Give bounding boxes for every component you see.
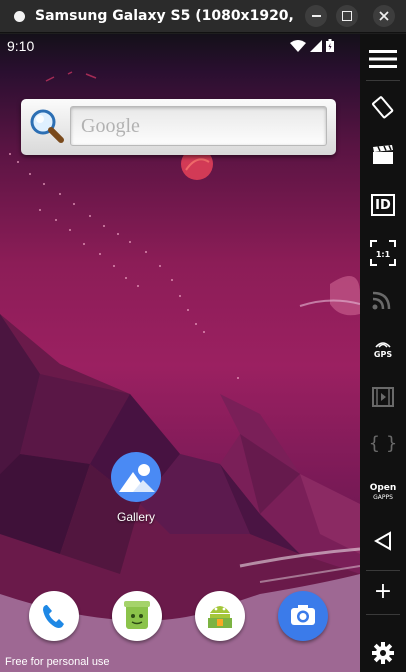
camera-icon[interactable] — [278, 591, 328, 641]
id-icon: ID — [371, 194, 395, 216]
pixel-perfect-button[interactable]: 1:1 — [365, 236, 401, 270]
clapperboard-icon — [373, 145, 393, 164]
back-icon — [374, 531, 391, 551]
code-icon: { } — [368, 432, 398, 454]
window-titlebar: Samsung Galaxy S5 (1080x1920, 48 — [0, 0, 406, 33]
status-bar: 9:10 — [0, 34, 360, 58]
gallery-icon — [111, 452, 161, 502]
cast-button[interactable] — [365, 282, 401, 316]
pixel-perfect-icon: 1:1 — [370, 240, 396, 266]
svg-text:1:1: 1:1 — [376, 250, 391, 259]
settings-icon — [372, 642, 394, 664]
rotate-icon — [372, 96, 394, 119]
opengapps-icon: Open GAPPS — [369, 483, 397, 502]
phone-icon[interactable] — [29, 591, 79, 641]
emulator-toolbar: ID 1:1 GPS { } Open GAPPS + — [360, 34, 406, 672]
google-search-input[interactable]: Google — [70, 106, 327, 146]
wifi-cast-icon — [372, 291, 391, 310]
wifi-icon — [290, 39, 306, 52]
capture-button[interactable] — [365, 138, 401, 172]
opengapps-button[interactable]: Open GAPPS — [365, 476, 401, 510]
device-id-button[interactable]: ID — [365, 188, 401, 222]
battery-icon — [326, 39, 334, 52]
watermark-text: Free for personal use — [5, 656, 110, 668]
app-gallery[interactable]: Gallery — [100, 452, 172, 524]
window-status-dot — [14, 10, 25, 22]
android-screen[interactable]: 9:10 Google Gallery Free for personal us… — [0, 34, 360, 672]
dock — [0, 589, 360, 645]
menu-button[interactable] — [365, 42, 401, 76]
magnifier-icon — [30, 109, 64, 143]
close-button[interactable] — [373, 5, 395, 27]
media-icon — [372, 387, 394, 407]
gallery-label: Gallery — [116, 510, 155, 524]
android-store-icon[interactable] — [195, 591, 245, 641]
add-icon: + — [373, 578, 393, 604]
window-title: Samsung Galaxy S5 (1080x1920, 48 — [35, 8, 293, 24]
add-button[interactable]: + — [365, 574, 401, 608]
media-button[interactable] — [365, 380, 401, 414]
developer-button[interactable]: { } — [365, 426, 401, 460]
minimize-button[interactable] — [305, 5, 327, 27]
back-button[interactable] — [365, 524, 401, 558]
gps-icon: GPS — [374, 339, 392, 359]
signal-icon — [310, 39, 322, 52]
close-icon — [379, 11, 389, 21]
rotate-button[interactable] — [365, 90, 401, 124]
settings-button[interactable] — [365, 636, 401, 670]
google-search-widget[interactable]: Google — [21, 99, 336, 155]
messaging-icon[interactable] — [112, 591, 162, 641]
gps-button[interactable]: GPS — [365, 332, 401, 366]
maximize-button[interactable] — [336, 5, 358, 27]
menu-icon — [369, 50, 397, 68]
status-time: 9:10 — [7, 38, 35, 54]
